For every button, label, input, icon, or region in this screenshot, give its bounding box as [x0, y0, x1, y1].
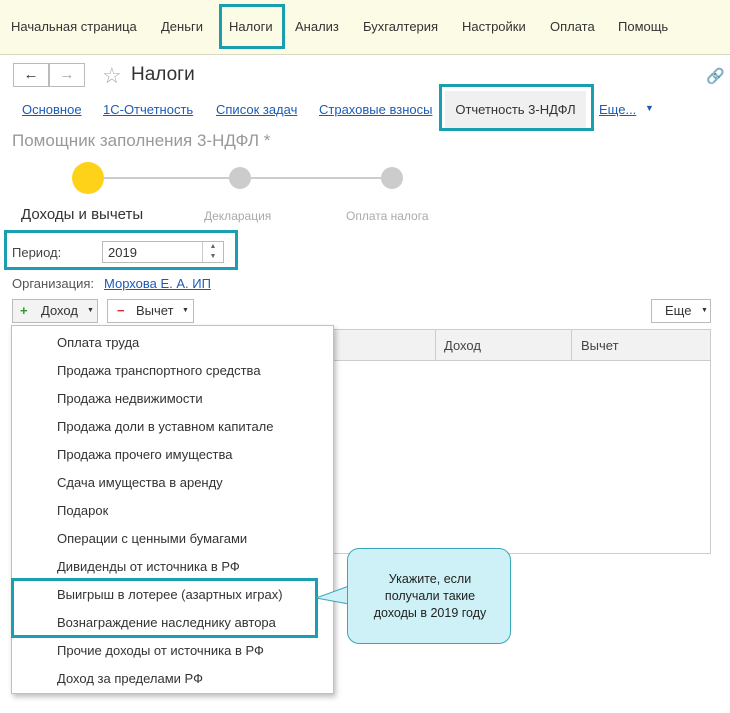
- step-tax-payment[interactable]: Оплата налога: [346, 209, 429, 223]
- dropdown-arrow-icon: ▼: [701, 307, 708, 314]
- forward-button[interactable]: →: [49, 63, 85, 87]
- callout-pointer: [316, 585, 350, 605]
- highlight-3ndfl-tab: [439, 84, 594, 131]
- step-declaration[interactable]: Декларация: [204, 209, 271, 223]
- step-income-deductions[interactable]: Доходы и вычеты: [21, 206, 143, 223]
- tab-task-list[interactable]: Список задач: [216, 102, 297, 117]
- highlight-taxes-nav: [219, 4, 285, 49]
- add-income-label: Доход: [41, 303, 78, 318]
- column-divider: [435, 330, 436, 360]
- nav-analysis[interactable]: Анализ: [295, 19, 339, 34]
- menu-item[interactable]: Прочие доходы от источника в РФ: [57, 643, 264, 658]
- link-icon[interactable]: 🔗: [706, 67, 725, 85]
- column-header-deduction[interactable]: Вычет: [581, 338, 619, 353]
- more-button[interactable]: Еще ▼: [651, 299, 711, 323]
- step-connector: [250, 177, 382, 179]
- nav-settings[interactable]: Настройки: [462, 19, 526, 34]
- income-type-menu: Оплата труда Продажа транспортного средс…: [11, 325, 334, 694]
- minus-icon: −: [117, 303, 125, 318]
- tab-more[interactable]: Еще...: [599, 102, 636, 117]
- page-title: Налоги: [131, 64, 195, 85]
- back-button[interactable]: ←: [13, 63, 49, 87]
- callout-text: Укажите, если получали такие доходы в 20…: [373, 572, 487, 620]
- plus-icon: +: [20, 303, 28, 318]
- dropdown-arrow-icon: ▼: [182, 307, 189, 314]
- menu-item[interactable]: Сдача имущества в аренду: [57, 475, 223, 490]
- arrow-right-icon: →: [59, 66, 75, 83]
- organization-link[interactable]: Морхова Е. А. ИП: [104, 276, 211, 291]
- tab-1c-reporting[interactable]: 1С-Отчетность: [103, 102, 193, 117]
- nav-home[interactable]: Начальная страница: [11, 19, 137, 34]
- more-label: Еще: [665, 303, 692, 318]
- income-table: Доход Вычет: [330, 329, 711, 554]
- step-dot[interactable]: [229, 167, 251, 189]
- highlight-period: [4, 230, 238, 270]
- star-icon[interactable]: ☆: [102, 63, 122, 89]
- menu-item[interactable]: Продажа доли в уставном капитале: [57, 419, 274, 434]
- add-deduction-label: Вычет: [136, 303, 174, 318]
- step-connector: [104, 177, 230, 179]
- menu-item[interactable]: Продажа прочего имущества: [57, 447, 232, 462]
- add-deduction-button[interactable]: − Вычет ▼: [107, 299, 194, 323]
- menu-item[interactable]: Продажа транспортного средства: [57, 363, 261, 378]
- menu-item[interactable]: Операции с ценными бумагами: [57, 531, 247, 546]
- nav-accounting[interactable]: Бухгалтерия: [363, 19, 438, 34]
- callout-tooltip: Укажите, если получали такие доходы в 20…: [347, 548, 511, 644]
- nav-payment[interactable]: Оплата: [550, 19, 595, 34]
- arrow-left-icon: ←: [23, 66, 39, 83]
- tab-main[interactable]: Основное: [22, 102, 82, 117]
- nav-help[interactable]: Помощь: [618, 19, 668, 34]
- dropdown-arrow-icon: ▼: [87, 307, 94, 314]
- menu-item[interactable]: Подарок: [57, 503, 108, 518]
- top-nav-bar: Начальная страница Деньги Налоги Анализ …: [0, 0, 730, 55]
- highlight-menu-items: [11, 578, 318, 638]
- tab-more-label: Еще...: [599, 102, 637, 117]
- menu-item[interactable]: Продажа недвижимости: [57, 391, 203, 406]
- menu-item[interactable]: Доход за пределами РФ: [57, 671, 203, 686]
- chevron-down-icon[interactable]: ▼: [645, 103, 654, 113]
- step-dot[interactable]: [381, 167, 403, 189]
- table-header: Доход Вычет: [331, 330, 710, 361]
- menu-item[interactable]: Дивиденды от источника в РФ: [57, 559, 240, 574]
- column-header-income[interactable]: Доход: [444, 338, 481, 353]
- step-dot-active[interactable]: [72, 162, 104, 194]
- assistant-title: Помощник заполнения 3-НДФЛ *: [12, 131, 271, 150]
- nav-money[interactable]: Деньги: [161, 19, 203, 34]
- add-income-button[interactable]: + Доход ▼: [12, 299, 98, 323]
- menu-item[interactable]: Оплата труда: [57, 335, 139, 350]
- column-divider: [571, 330, 572, 360]
- tab-insurance[interactable]: Страховые взносы: [319, 102, 432, 117]
- organization-label: Организация:: [12, 276, 95, 291]
